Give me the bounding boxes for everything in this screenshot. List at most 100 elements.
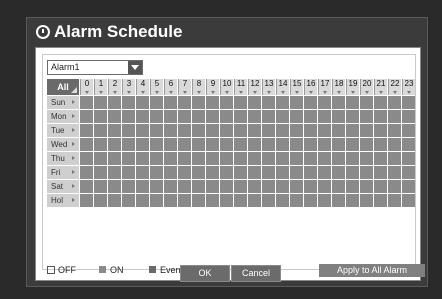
schedule-cell[interactable]	[178, 138, 191, 151]
schedule-cell[interactable]	[136, 138, 149, 151]
schedule-cell[interactable]	[388, 96, 401, 109]
schedule-cell[interactable]	[94, 166, 107, 179]
schedule-cell[interactable]	[178, 166, 191, 179]
schedule-cell[interactable]	[164, 124, 177, 137]
schedule-cell[interactable]	[276, 110, 289, 123]
schedule-cell[interactable]	[346, 110, 359, 123]
schedule-cell[interactable]	[290, 124, 303, 137]
schedule-cell[interactable]	[150, 194, 163, 207]
schedule-cell[interactable]	[374, 152, 387, 165]
schedule-cell[interactable]	[164, 96, 177, 109]
schedule-cell[interactable]	[178, 180, 191, 193]
schedule-cell[interactable]	[136, 110, 149, 123]
schedule-cell[interactable]	[318, 194, 331, 207]
schedule-cell[interactable]	[192, 180, 205, 193]
schedule-cell[interactable]	[234, 110, 247, 123]
apply-to-all-alarm-button[interactable]: Apply to All Alarm	[319, 264, 425, 277]
schedule-cell[interactable]	[388, 138, 401, 151]
schedule-cell[interactable]	[192, 194, 205, 207]
schedule-cell[interactable]	[262, 152, 275, 165]
schedule-cell[interactable]	[360, 110, 373, 123]
hour-header-3[interactable]: 3	[122, 79, 135, 95]
schedule-cell[interactable]	[388, 194, 401, 207]
schedule-cell[interactable]	[220, 124, 233, 137]
schedule-cell[interactable]	[248, 124, 261, 137]
schedule-cell[interactable]	[318, 152, 331, 165]
alarm-select[interactable]: Alarm1	[47, 60, 143, 75]
schedule-cell[interactable]	[94, 152, 107, 165]
schedule-cell[interactable]	[402, 124, 415, 137]
schedule-cell[interactable]	[220, 138, 233, 151]
schedule-cell[interactable]	[248, 96, 261, 109]
day-header-mon[interactable]: Mon	[47, 110, 79, 123]
schedule-cell[interactable]	[304, 138, 317, 151]
schedule-cell[interactable]	[402, 110, 415, 123]
schedule-cell[interactable]	[136, 194, 149, 207]
schedule-cell[interactable]	[290, 166, 303, 179]
schedule-cell[interactable]	[318, 138, 331, 151]
schedule-cell[interactable]	[108, 110, 121, 123]
schedule-cell[interactable]	[108, 96, 121, 109]
schedule-cell[interactable]	[262, 124, 275, 137]
schedule-cell[interactable]	[122, 138, 135, 151]
schedule-cell[interactable]	[206, 152, 219, 165]
schedule-cell[interactable]	[402, 152, 415, 165]
schedule-cell[interactable]	[178, 152, 191, 165]
hour-header-4[interactable]: 4	[136, 79, 149, 95]
schedule-cell[interactable]	[304, 110, 317, 123]
schedule-cell[interactable]	[276, 166, 289, 179]
hour-header-16[interactable]: 16	[304, 79, 317, 95]
schedule-cell[interactable]	[290, 96, 303, 109]
hour-header-23[interactable]: 23	[402, 79, 415, 95]
schedule-cell[interactable]	[276, 180, 289, 193]
schedule-cell[interactable]	[150, 124, 163, 137]
schedule-cell[interactable]	[108, 194, 121, 207]
hour-header-0[interactable]: 0	[80, 79, 93, 95]
day-header-hol[interactable]: Hol	[47, 194, 79, 207]
schedule-cell[interactable]	[346, 152, 359, 165]
ok-button[interactable]: OK	[180, 265, 230, 282]
schedule-cell[interactable]	[346, 194, 359, 207]
schedule-cell[interactable]	[192, 96, 205, 109]
chevron-down-icon[interactable]	[128, 61, 142, 74]
hour-header-10[interactable]: 10	[220, 79, 233, 95]
schedule-cell[interactable]	[248, 194, 261, 207]
schedule-cell[interactable]	[122, 96, 135, 109]
schedule-cell[interactable]	[94, 194, 107, 207]
schedule-cell[interactable]	[346, 180, 359, 193]
schedule-cell[interactable]	[220, 152, 233, 165]
schedule-cell[interactable]	[346, 124, 359, 137]
schedule-cell[interactable]	[360, 96, 373, 109]
schedule-cell[interactable]	[304, 96, 317, 109]
schedule-cell[interactable]	[262, 194, 275, 207]
schedule-cell[interactable]	[262, 110, 275, 123]
schedule-cell[interactable]	[164, 180, 177, 193]
schedule-cell[interactable]	[374, 138, 387, 151]
schedule-cell[interactable]	[346, 96, 359, 109]
schedule-cell[interactable]	[164, 152, 177, 165]
schedule-cell[interactable]	[304, 152, 317, 165]
schedule-cell[interactable]	[108, 180, 121, 193]
schedule-cell[interactable]	[332, 138, 345, 151]
schedule-cell[interactable]	[80, 138, 93, 151]
schedule-cell[interactable]	[374, 96, 387, 109]
schedule-cell[interactable]	[304, 124, 317, 137]
schedule-cell[interactable]	[374, 180, 387, 193]
schedule-cell[interactable]	[122, 152, 135, 165]
schedule-cell[interactable]	[248, 152, 261, 165]
schedule-cell[interactable]	[234, 194, 247, 207]
schedule-cell[interactable]	[360, 194, 373, 207]
schedule-cell[interactable]	[136, 96, 149, 109]
schedule-cell[interactable]	[192, 166, 205, 179]
schedule-cell[interactable]	[122, 124, 135, 137]
schedule-cell[interactable]	[388, 110, 401, 123]
hour-header-11[interactable]: 11	[234, 79, 247, 95]
schedule-cell[interactable]	[178, 194, 191, 207]
schedule-cell[interactable]	[220, 96, 233, 109]
schedule-cell[interactable]	[304, 194, 317, 207]
schedule-cell[interactable]	[80, 124, 93, 137]
schedule-cell[interactable]	[94, 180, 107, 193]
schedule-cell[interactable]	[234, 166, 247, 179]
schedule-cell[interactable]	[164, 166, 177, 179]
schedule-cell[interactable]	[290, 110, 303, 123]
